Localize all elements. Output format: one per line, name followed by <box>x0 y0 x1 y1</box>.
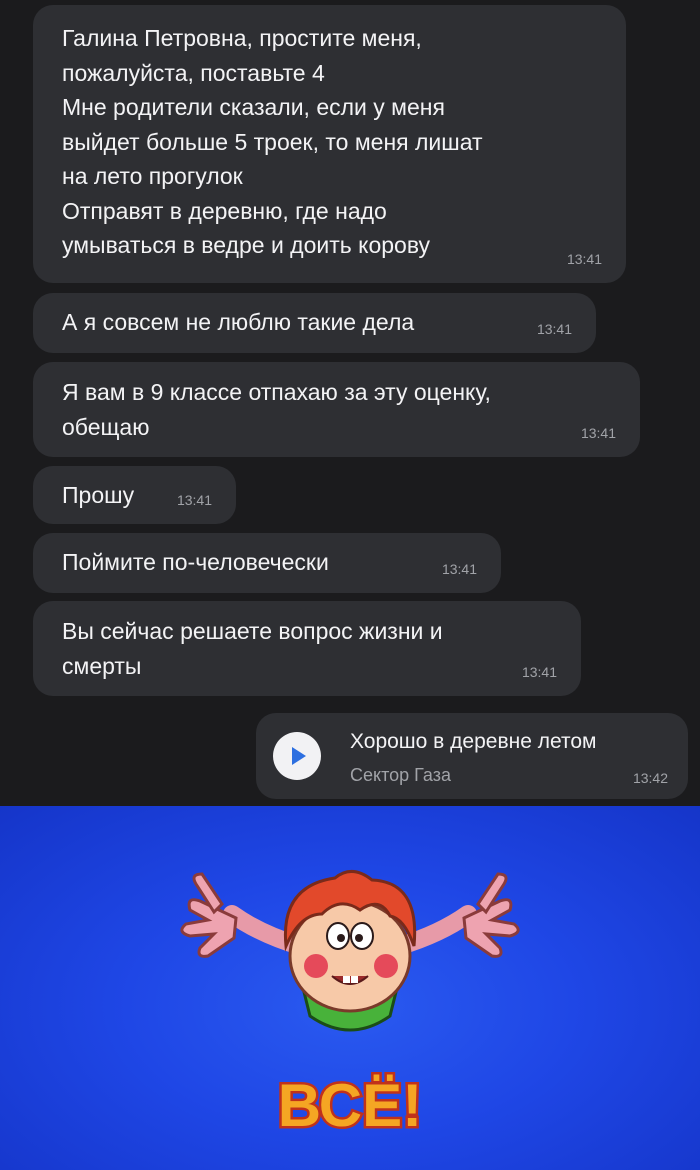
audio-message[interactable]: Хорошо в деревне летом Сектор Газа 13:42 <box>256 713 688 799</box>
message-bubble[interactable]: Поймите по-человечески 13:41 <box>33 533 501 593</box>
play-button[interactable] <box>273 732 321 780</box>
message-time: 13:41 <box>176 492 212 508</box>
message-time: 13:41 <box>441 561 477 577</box>
message-text: Галина Петровна, простите меня, пожалуйс… <box>62 25 483 258</box>
message-time: 13:41 <box>536 321 572 337</box>
message-bubble[interactable]: Я вам в 9 классе отпахаю за эту оценку, … <box>33 362 640 457</box>
message-bubble[interactable]: Прошу 13:41 <box>33 466 236 524</box>
message-time: 13:41 <box>580 425 616 441</box>
audio-time: 13:42 <box>632 770 668 786</box>
play-icon <box>292 747 306 765</box>
message-bubble[interactable]: А я совсем не люблю такие дела 13:41 <box>33 293 596 353</box>
chat-history: Галина Петровна, простите меня, пожалуйс… <box>0 0 700 806</box>
ending-image: ВСЁ! <box>0 806 700 1170</box>
message-text: А я совсем не люблю такие дела <box>62 309 415 335</box>
message-text: Я вам в 9 классе отпахаю за эту оценку, … <box>62 379 491 440</box>
message-time: 13:41 <box>521 664 557 680</box>
audio-artist: Сектор Газа <box>350 765 451 785</box>
caption-text: ВСЁ! <box>278 1072 423 1139</box>
audio-title: Хорошо в деревне летом <box>350 730 597 753</box>
message-text: Поймите по-человечески <box>62 549 329 575</box>
message-text: Вы сейчас решаете вопрос жизни и смерты <box>62 618 443 679</box>
message-bubble[interactable]: Галина Петровна, простите меня, пожалуйс… <box>33 5 626 283</box>
caption-art: ВСЁ! <box>275 1070 425 1142</box>
message-bubble[interactable]: Вы сейчас решаете вопрос жизни и смерты … <box>33 601 581 696</box>
message-time: 13:41 <box>566 251 602 267</box>
